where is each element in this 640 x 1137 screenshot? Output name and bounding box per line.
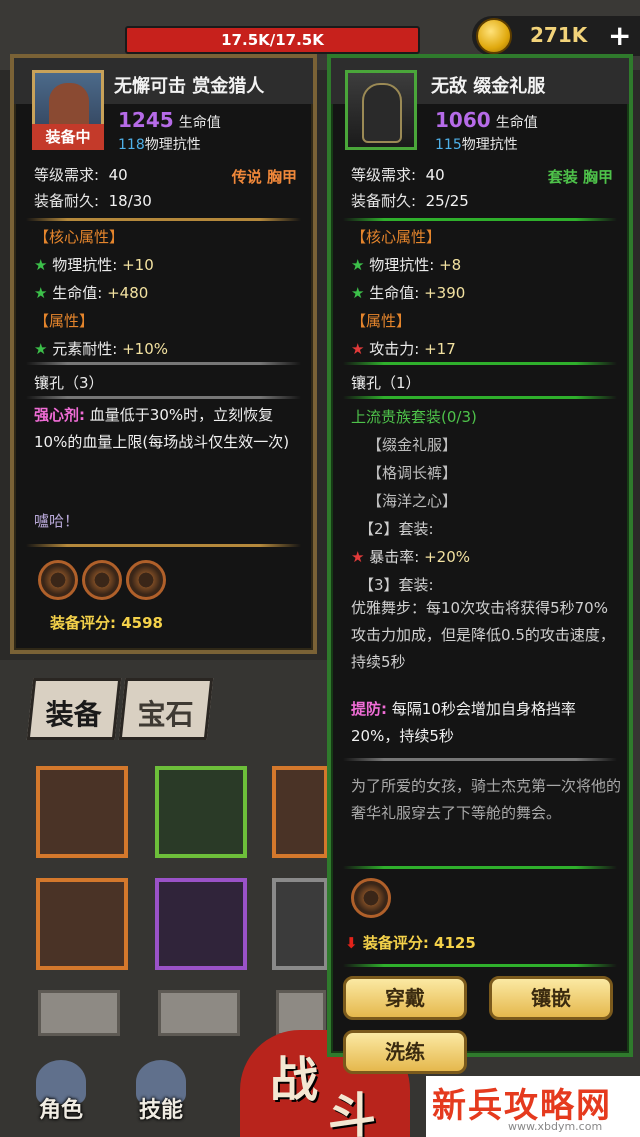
item-rarity: 套装 胸甲: [547, 168, 613, 186]
set-title: 上流贵族套装(0/3): [351, 408, 477, 426]
item-skill: 强心剂: 血量低于30%时，立刻恢复10%的血量上限(每场战斗仅生效一次): [34, 406, 290, 451]
player-hp-bar: 17.5K/17.5K: [125, 26, 420, 54]
stat-line: ★ 元素耐性: +10%: [34, 340, 168, 358]
inventory-slot-helmet[interactable]: [36, 766, 128, 858]
equipment-score: ⬇ 装备评分: 4125: [345, 934, 476, 952]
inventory-slot-weapon[interactable]: [36, 878, 128, 970]
socket-empty: [126, 560, 166, 600]
tab-equipment[interactable]: 装备: [26, 678, 122, 740]
stat-line: ★ 生命值: +480: [34, 284, 149, 302]
item-armor-value: 115: [435, 137, 462, 153]
item-armor-value: 118: [118, 137, 145, 153]
stat-line: ★ 攻击力: +17: [351, 340, 456, 358]
reforge-button[interactable]: 洗练: [343, 1030, 467, 1074]
watermark-url: www.xbdym.com: [508, 1120, 603, 1133]
item-hp-value: 1245: [118, 108, 174, 132]
set-tier-3-text: 优雅舞步：每10次攻击将获得5秒70%攻击力加成，但是降低0.5的攻击速度，持续…: [351, 599, 615, 671]
sockets-label: 镶孔（3）: [34, 374, 104, 392]
socket-empty: [38, 560, 78, 600]
inventory-slot-dagger[interactable]: [272, 878, 328, 970]
item-name: 无懈可击 赏金猎人: [114, 76, 265, 97]
inventory-slot-empty[interactable]: [38, 990, 120, 1036]
set-piece: 【缀金礼服】: [367, 436, 458, 454]
stat-line: ★ 物理抗性: +8: [351, 256, 462, 274]
equipped-badge: 装备中: [32, 124, 104, 150]
tuxedo-icon: [362, 83, 402, 143]
core-attributes-title: 【核心属性】: [351, 228, 442, 246]
core-attributes-title: 【核心属性】: [34, 228, 125, 246]
socket-empty: [82, 560, 122, 600]
nav-skills-button[interactable]: 技能: [126, 1060, 196, 1130]
sockets-label: 镶孔（1）: [351, 374, 421, 392]
add-coins-button[interactable]: +: [608, 19, 631, 52]
stat-line: ★ 生命值: +390: [351, 284, 466, 302]
compared-item-panel: 无敌 缀金礼服 1060 生命值 115物理抗性 等级需求: 40 套装 胸甲 …: [327, 54, 633, 1074]
site-watermark: 新兵攻略网 www.xbdym.com: [426, 1076, 640, 1137]
attributes-title: 【属性】: [351, 312, 412, 330]
item-skill: 提防: 每隔10秒会增加自身格挡率20%，持续5秒: [351, 700, 576, 745]
compared-item-portrait: [345, 70, 417, 150]
nav-character-button[interactable]: 角色: [26, 1060, 96, 1130]
inventory-slot-empty[interactable]: [158, 990, 240, 1036]
level-requirement: 等级需求: 40: [34, 166, 128, 184]
item-quote: 嚧哈！: [34, 512, 80, 530]
inventory-slot-tuxedo[interactable]: [155, 766, 247, 858]
tab-gems[interactable]: 宝石: [118, 678, 214, 740]
socket-empty: [351, 878, 391, 918]
item-rarity: 传说 胸甲: [231, 168, 297, 186]
stat-line: ★ 物理抗性: +10: [34, 256, 154, 274]
inventory-slot-necklace[interactable]: [155, 878, 247, 970]
set-piece: 【海洋之心】: [367, 492, 458, 510]
durability: 装备耐久: 25/25: [351, 192, 469, 210]
set-tier-2: 【2】套装:: [359, 520, 434, 538]
set-tier-3: 【3】套装:: [359, 576, 434, 594]
item-hp-value: 1060: [435, 108, 491, 132]
inlay-button[interactable]: 镶嵌: [489, 976, 613, 1020]
player-hp-text: 17.5K/17.5K: [221, 31, 324, 49]
set-piece: 【格调长裤】: [367, 464, 458, 482]
wear-button[interactable]: 穿戴: [343, 976, 467, 1020]
score-down-arrow-icon: ⬇: [345, 934, 358, 952]
equipped-item-panel: 装备中 无懈可击 赏金猎人 1245 生命值 118物理抗性 等级需求: 40 …: [10, 54, 317, 654]
level-requirement: 等级需求: 40: [351, 166, 445, 184]
durability: 装备耐久: 18/30: [34, 192, 152, 210]
coin-display: 271K +: [472, 16, 640, 56]
set-tier-2-stat: ★ 暴击率: +20%: [351, 548, 470, 566]
coin-icon: [476, 18, 512, 54]
item-name: 无敌 缀金礼服: [431, 76, 546, 97]
inventory-slot-amulet[interactable]: [272, 766, 328, 858]
equipment-score: 装备评分: 4598: [50, 614, 163, 632]
coin-amount: 271K: [530, 23, 588, 47]
attributes-title: 【属性】: [34, 312, 95, 330]
item-lore: 为了所爱的女孩，骑士杰克第一次将他的奢华礼服穿去了下等舱的舞会。: [351, 777, 622, 822]
